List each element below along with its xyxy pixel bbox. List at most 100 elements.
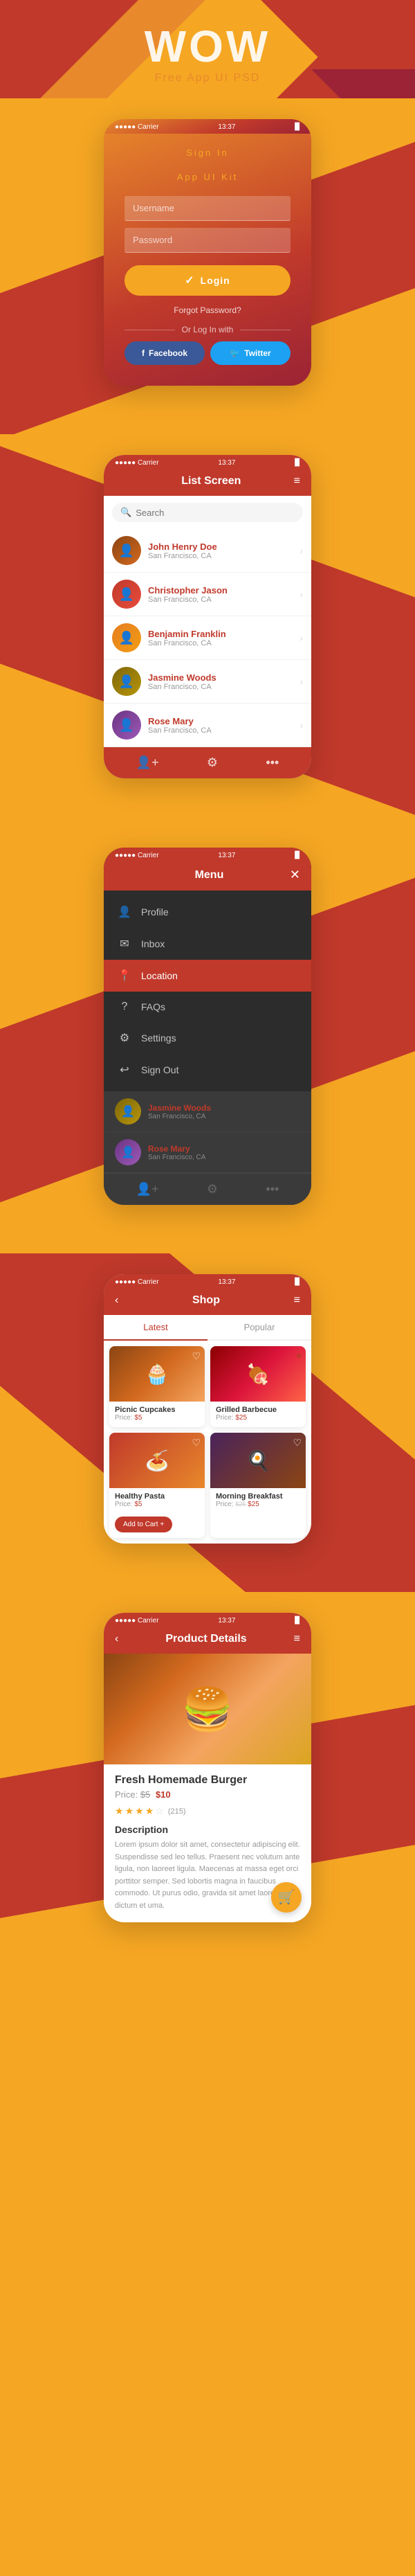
menu-list-item[interactable]: 👤 Jasmine Woods San Francisco, CA <box>104 1091 311 1132</box>
list-header: List Screen ≡ <box>104 469 311 496</box>
screen4-section: ●●●●● Carrier 13:37 ▉ ‹ Shop ≡ Latest Po… <box>0 1253 415 1592</box>
tab-latest[interactable]: Latest <box>104 1315 208 1341</box>
phone-signin: ●●●●● Carrier 13:37 ▉ Sign In App UI Kit… <box>104 119 311 386</box>
facebook-button[interactable]: f Facebook <box>124 341 205 365</box>
product-header: ‹ Product Details ≡ <box>104 1627 311 1654</box>
chevron-right-icon: › <box>299 545 303 556</box>
username-input[interactable] <box>124 196 290 221</box>
time-2: 13:37 <box>218 459 235 467</box>
wishlist-icon[interactable]: ♡ <box>192 1437 201 1449</box>
list-item-info: Benjamin Franklin San Francisco, CA <box>148 629 299 647</box>
add-user-icon[interactable]: 👤+ <box>136 1182 159 1197</box>
hamburger-icon[interactable]: ≡ <box>294 475 300 488</box>
shop-header: ‹ Shop ≡ <box>104 1289 311 1315</box>
star-4: ★ <box>145 1805 154 1817</box>
login-button[interactable]: ✓ Login <box>124 265 290 296</box>
menu-title: Menu <box>129 869 290 882</box>
food-icon: 🍖 <box>246 1363 270 1386</box>
review-count: (215) <box>168 1807 186 1816</box>
phone-product: ●●●●● Carrier 13:37 ▉ ‹ Product Details … <box>104 1613 311 1922</box>
list-item[interactable]: 👤 Benjamin Franklin San Francisco, CA › <box>104 616 311 660</box>
wishlist-icon[interactable]: ♡ <box>293 1437 302 1449</box>
app-subtitle: Free App UI PSD <box>0 72 415 84</box>
settings-icon[interactable]: ⚙ <box>207 755 218 770</box>
wishlist-icon[interactable]: ♡ <box>192 1350 201 1362</box>
list-item[interactable]: 👤 John Henry Doe San Francisco, CA › <box>104 529 311 573</box>
menu-item-inbox[interactable]: ✉ Inbox <box>104 928 311 960</box>
phone-menu: ●●●●● Carrier 13:37 ▉ Menu ✕ 👤 Profile ✉… <box>104 848 311 1205</box>
phone-shop: ●●●●● Carrier 13:37 ▉ ‹ Shop ≡ Latest Po… <box>104 1274 311 1544</box>
food-icon: 🍳 <box>246 1449 270 1472</box>
more-icon[interactable]: ••• <box>266 1182 279 1197</box>
star-1: ★ <box>115 1805 124 1817</box>
location-icon: 📍 <box>118 969 131 983</box>
battery-5: ▉ <box>295 1617 300 1625</box>
product-price: Price: $5 <box>115 1414 199 1422</box>
tab-popular[interactable]: Popular <box>208 1315 311 1339</box>
hamburger-icon[interactable]: ≡ <box>294 1294 300 1307</box>
add-to-cart-button[interactable]: Add to Cart + <box>115 1517 172 1532</box>
list-screen-title: List Screen <box>129 475 294 488</box>
list-item[interactable]: 👤 Christopher Jason San Francisco, CA › <box>104 573 311 616</box>
list-item-info: John Henry Doe San Francisco, CA <box>148 542 299 560</box>
signin-title: Sign In App UI Kit <box>124 147 290 182</box>
search-input[interactable] <box>136 508 295 518</box>
forgot-password-link[interactable]: Forgot Password? <box>124 305 290 315</box>
chevron-right-icon: › <box>299 719 303 731</box>
list-item[interactable]: 👤 Rose Mary San Francisco, CA › <box>104 704 311 747</box>
list-item[interactable]: 👤 Jasmine Woods San Francisco, CA › <box>104 660 311 704</box>
menu-item-profile[interactable]: 👤 Profile <box>104 896 311 928</box>
add-user-icon[interactable]: 👤+ <box>136 755 159 770</box>
settings-icon[interactable]: ⚙ <box>207 1182 218 1197</box>
menu-list-info: Jasmine Woods San Francisco, CA <box>148 1103 211 1120</box>
carrier-3: ●●●●● Carrier <box>115 852 159 859</box>
menu-item-signout[interactable]: ↩ Sign Out <box>104 1054 311 1086</box>
search-bar: 🔍 <box>112 503 303 522</box>
wishlist-icon[interactable]: ♥ <box>296 1350 302 1361</box>
chevron-right-icon: › <box>299 589 303 600</box>
app-title: WOW <box>0 21 415 72</box>
new-price: $10 <box>156 1789 171 1800</box>
food-icon: 🧁 <box>145 1363 169 1386</box>
shop-tabs: Latest Popular <box>104 1315 311 1341</box>
chevron-right-icon: › <box>299 632 303 643</box>
screen1-section: ●●●●● Carrier 13:37 ▉ Sign In App UI Kit… <box>0 98 415 434</box>
shop-title: Shop <box>118 1294 293 1307</box>
shop-card: 🧁 ♡ Picnic Cupcakes Price: $5 <box>109 1346 205 1427</box>
bottom-tab-bar: 👤+ ⚙ ••• <box>104 747 311 778</box>
list-item-info: Rose Mary San Francisco, CA <box>148 716 299 735</box>
close-icon[interactable]: ✕ <box>290 868 300 882</box>
signout-icon: ↩ <box>118 1063 131 1077</box>
twitter-icon: 🐦 <box>230 348 240 358</box>
social-buttons: f Facebook 🐦 Twitter <box>124 341 290 365</box>
screen2-section: ●●●●● Carrier 13:37 ▉ List Screen ≡ 🔍 👤 … <box>0 434 415 827</box>
chevron-right-icon: › <box>299 676 303 687</box>
avatar: 👤 <box>112 667 141 696</box>
more-icon[interactable]: ••• <box>266 755 279 770</box>
menu-item-settings[interactable]: ⚙ Settings <box>104 1022 311 1054</box>
cart-fab-button[interactable]: 🛒 <box>271 1882 302 1913</box>
avatar: 👤 <box>112 623 141 652</box>
menu-item-location[interactable]: 📍 Location <box>104 960 311 992</box>
battery-1: ▉ <box>295 123 300 131</box>
menu-header: Menu ✕ <box>104 862 311 891</box>
status-bar-4: ●●●●● Carrier 13:37 ▉ <box>104 1274 311 1289</box>
shop-card: 🍳 ♡ Morning Breakfast Price: $25 $25 <box>210 1433 306 1538</box>
cart-icon: 🛒 <box>278 1888 295 1906</box>
menu-list-item[interactable]: 👤 Rose Mary San Francisco, CA <box>104 1132 311 1173</box>
hamburger-icon[interactable]: ≡ <box>294 1633 300 1645</box>
menu-bottom-bar: 👤+ ⚙ ••• <box>104 1173 311 1205</box>
time-1: 13:37 <box>218 123 235 131</box>
menu-item-faqs[interactable]: ? FAQs <box>104 992 311 1022</box>
twitter-button[interactable]: 🐦 Twitter <box>210 341 290 365</box>
status-bar-5: ●●●●● Carrier 13:37 ▉ <box>104 1613 311 1627</box>
menu-list-items: 👤 Jasmine Woods San Francisco, CA 👤 Rose… <box>104 1091 311 1173</box>
battery-2: ▉ <box>295 459 300 467</box>
rating-stars: ★ ★ ★ ★ ☆ (215) <box>115 1805 300 1817</box>
product-image: 🍳 ♡ <box>210 1433 306 1488</box>
battery-3: ▉ <box>295 852 300 859</box>
phone-list: ●●●●● Carrier 13:37 ▉ List Screen ≡ 🔍 👤 … <box>104 455 311 778</box>
product-name: Fresh Homemade Burger <box>115 1774 300 1787</box>
shop-card: 🍖 ♥ Grilled Barbecue Price: $25 <box>210 1346 306 1427</box>
password-input[interactable] <box>124 228 290 253</box>
